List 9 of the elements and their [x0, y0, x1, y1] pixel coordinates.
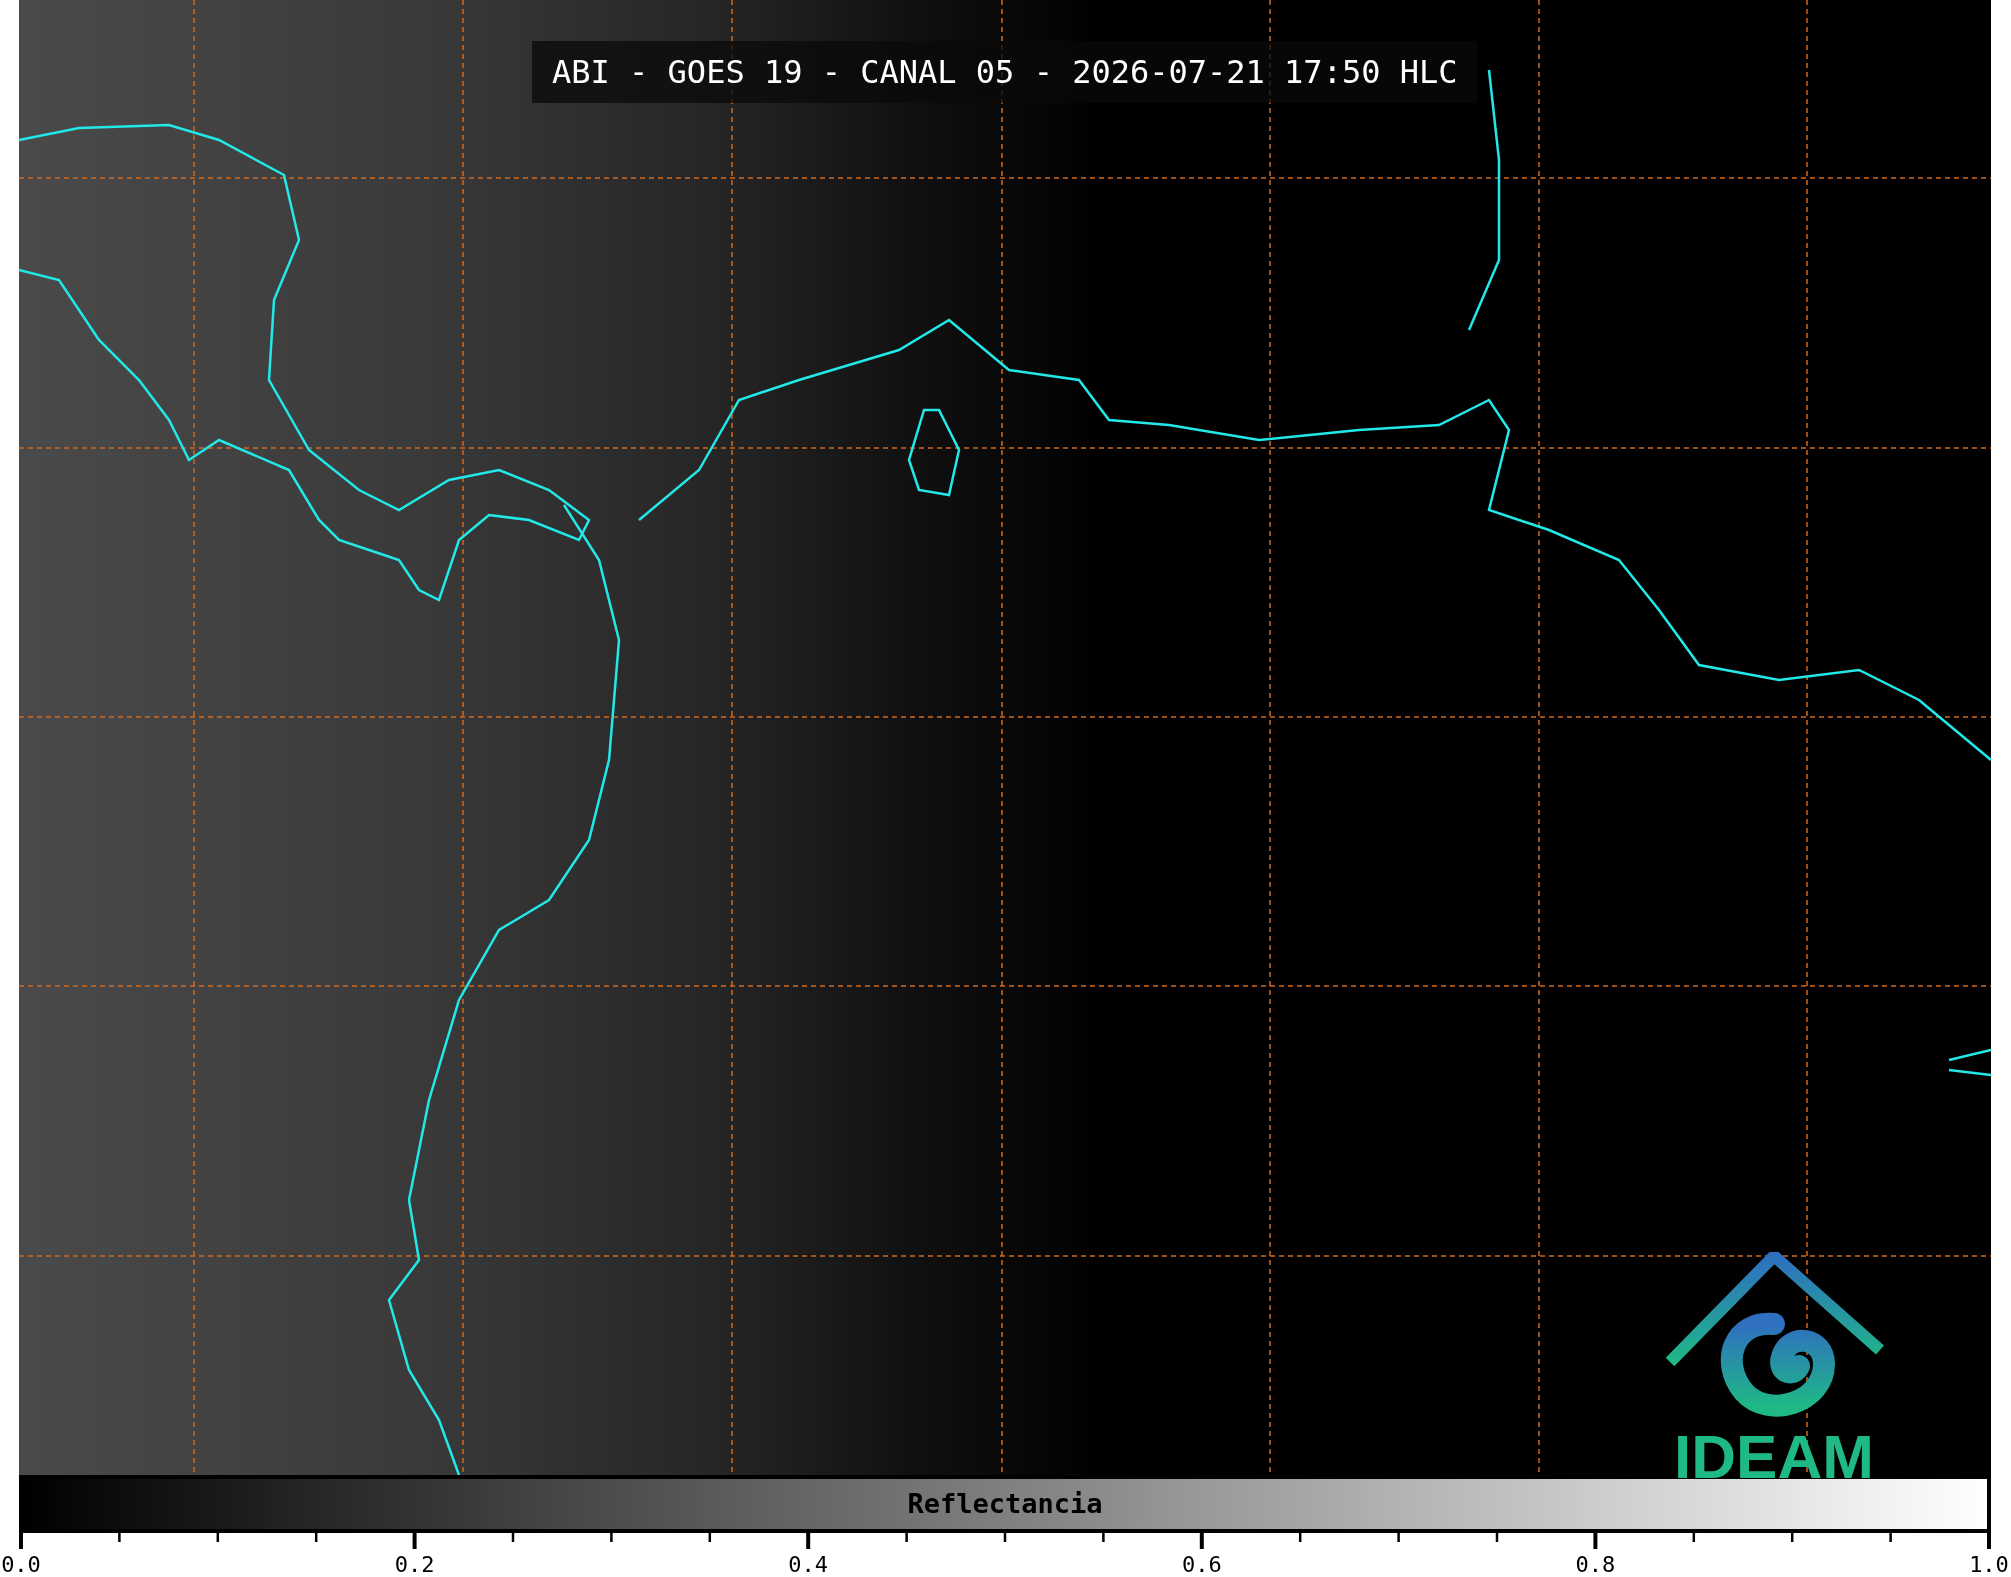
tick-label: 0.8: [1575, 1552, 1616, 1577]
tick-label: 0.2: [394, 1552, 435, 1577]
logo-text: IDEAM: [1674, 1426, 1874, 1488]
tick-label: 1.0: [1969, 1552, 2009, 1577]
tick-label: 0.4: [788, 1552, 829, 1577]
image-title: ABI - GOES 19 - CANAL 05 - 2026-07-21 17:50 HLC: [532, 41, 1478, 104]
tick-label: 0.6: [1181, 1552, 1222, 1577]
colorbar-label: Reflectancia: [907, 1488, 1103, 1519]
tick-label: 0.0: [1, 1552, 41, 1577]
